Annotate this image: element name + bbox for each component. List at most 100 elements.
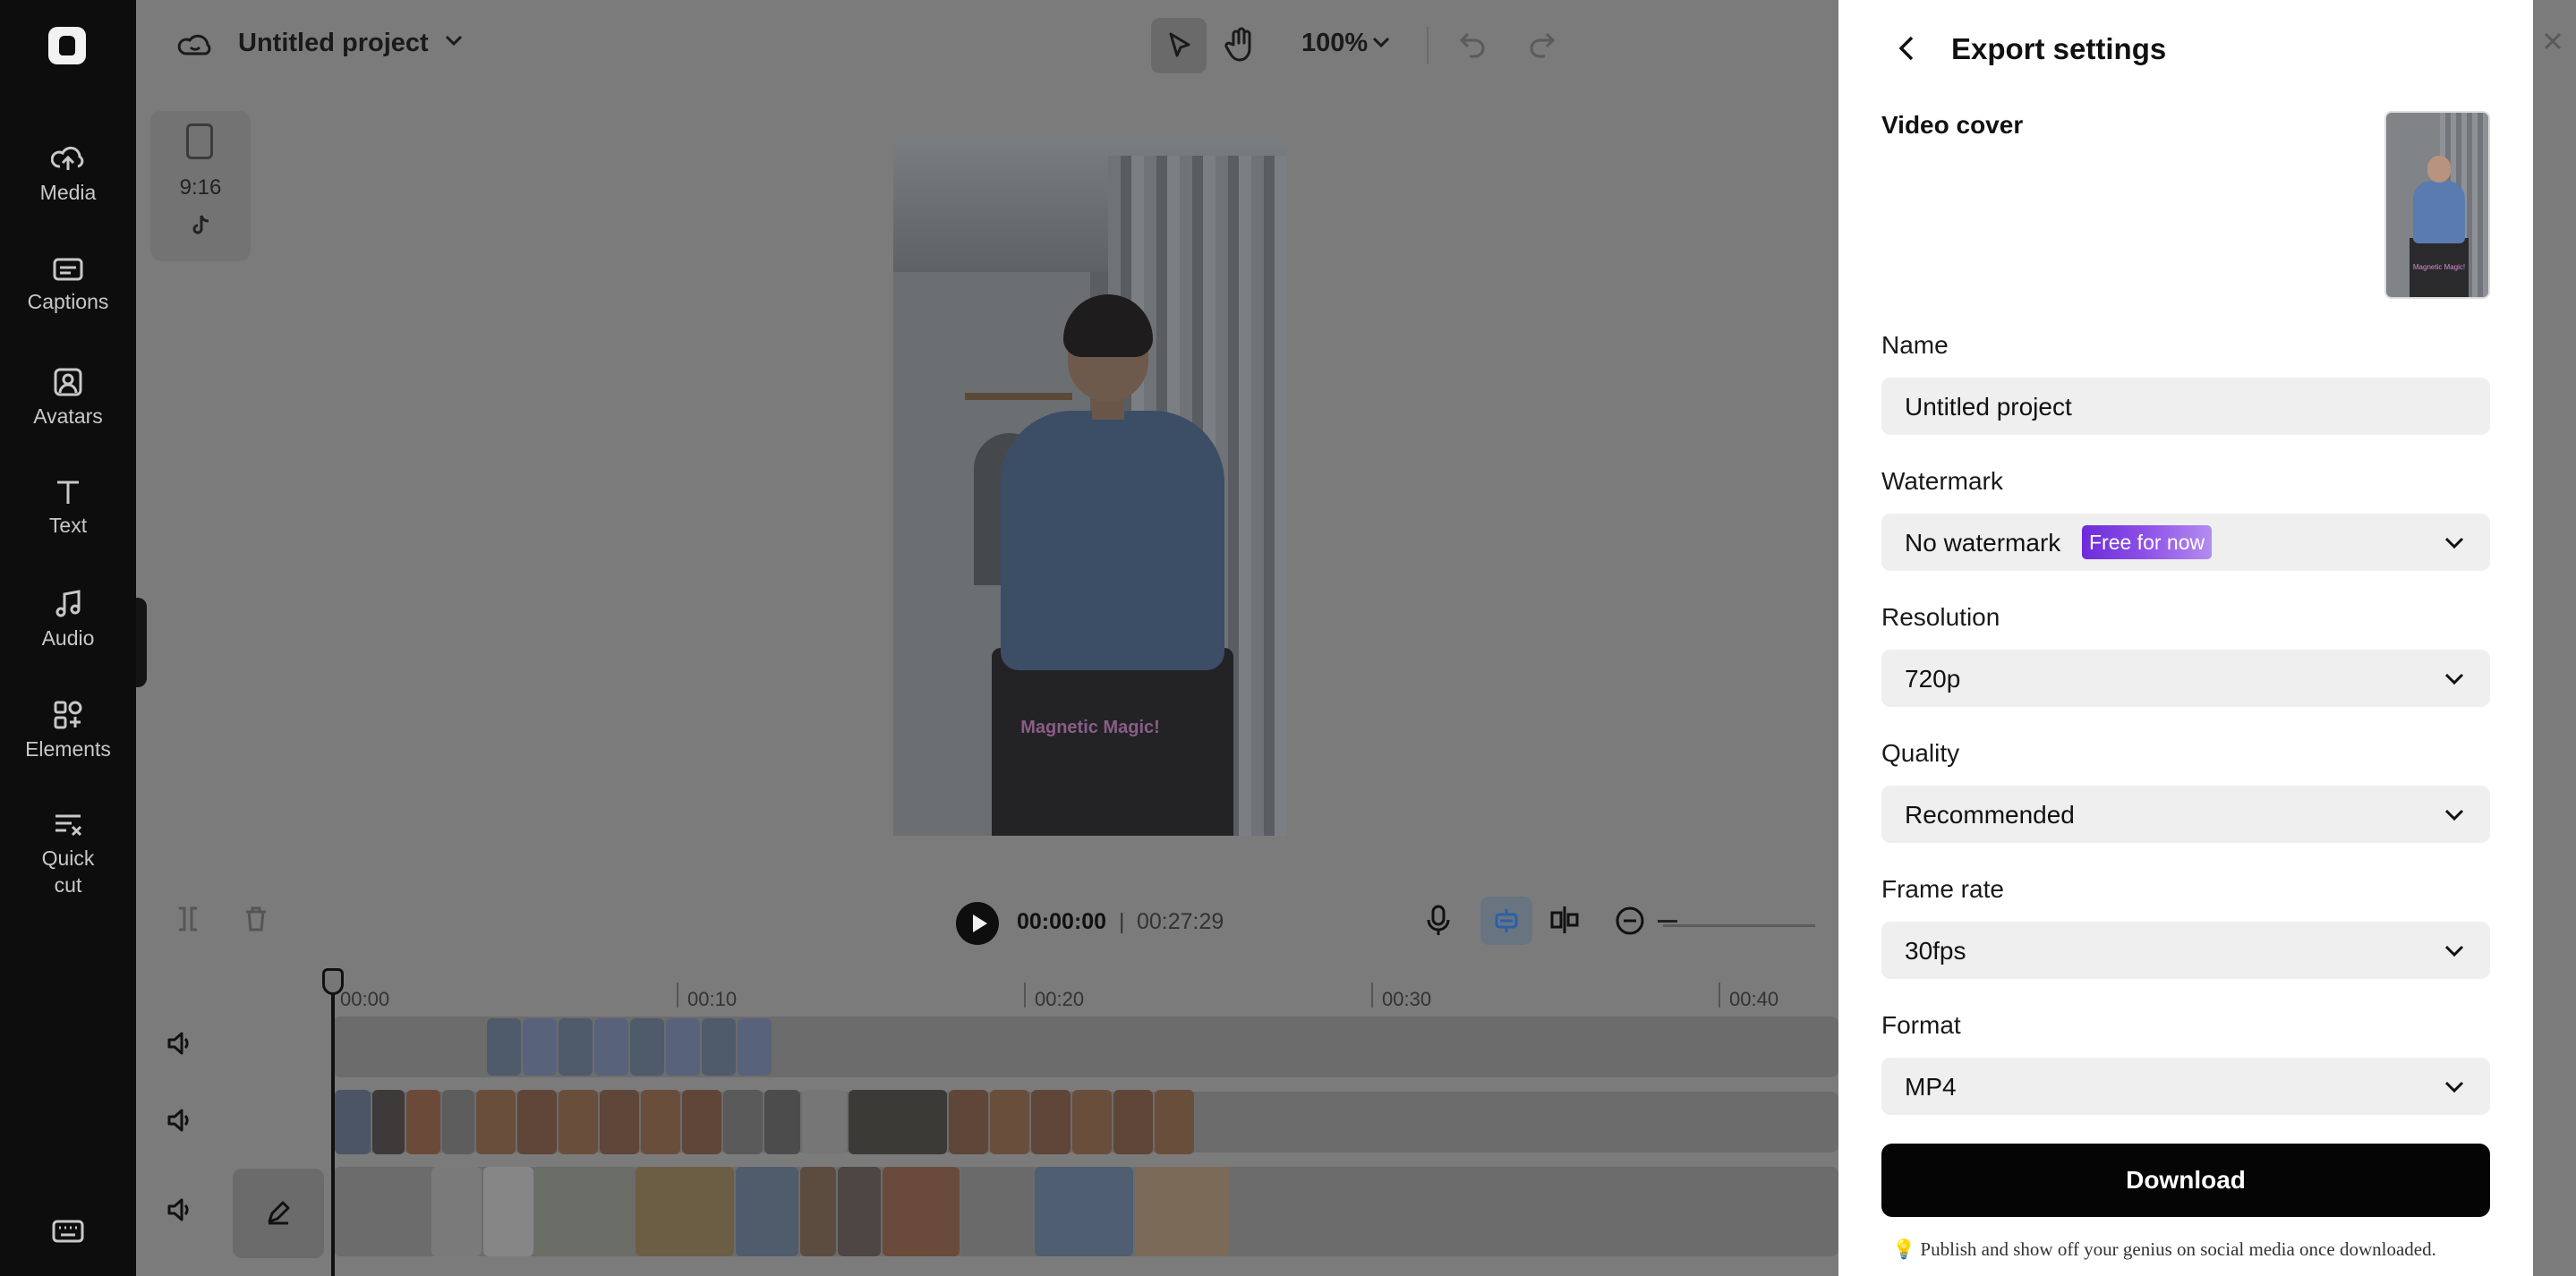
aspect-ratio-selector[interactable]: 9:16 [150,111,251,261]
rail-item-label: Audio [41,626,95,650]
ruler-tick [677,983,678,1008]
total-duration: 00:27:29 [1137,909,1224,934]
zoom-out-icon[interactable] [1615,906,1645,936]
ruler-label: 00:00 [340,988,390,1010]
video-cover-label: Video cover [1881,111,2024,139]
redo-icon[interactable] [1527,29,1557,59]
video-cover-thumbnail[interactable]: Magnetic Magic! [2384,111,2490,299]
chevron-down-icon[interactable] [1371,36,1391,48]
cloud-upload-icon [51,146,84,170]
rail-item-label: Text [48,514,88,537]
name-field[interactable]: Untitled project [1881,378,2490,435]
music-note-icon [55,590,81,617]
rail-item-elements[interactable]: Elements [0,700,136,761]
export-settings-panel: Export settings Video cover Magnetic Mag… [1838,0,2533,1276]
download-button[interactable]: Download [1881,1144,2490,1217]
ruler-label: 00:30 [1382,988,1432,1010]
timeline-zoom-slider[interactable] [1663,924,1815,927]
right-side-strip [2533,0,2576,1276]
select-tool-button[interactable] [1151,18,1207,73]
edit-track-button[interactable] [233,1169,324,1258]
playhead-handle[interactable] [322,968,344,995]
play-button[interactable] [956,902,999,945]
app-logo[interactable] [48,27,86,64]
speaker-icon[interactable] [166,1108,193,1133]
playhead[interactable] [331,972,335,1276]
framerate-value: 30fps [1905,937,1966,965]
download-tip: 💡 Publish and show off your genius on so… [1892,1238,2436,1260]
format-label: Format [1881,1011,1961,1039]
resolution-select[interactable]: 720p [1881,650,2490,707]
project-title[interactable]: Untitled project [238,29,429,58]
resolution-value: 720p [1905,665,1961,693]
microphone-icon[interactable] [1425,904,1452,938]
quality-label: Quality [1881,739,1960,767]
pointer-icon [1169,32,1190,57]
chevron-down-icon [2444,673,2464,685]
chevron-down-icon [2444,809,2464,821]
clip-strip[interactable] [487,1018,772,1076]
panel-title: Export settings [1951,32,2167,65]
text-icon [57,481,79,504]
quick-cut-icon [55,814,82,837]
rail-item-text[interactable]: Text [0,478,136,538]
captions-icon [53,258,83,281]
ruler-tick [1371,983,1373,1008]
quality-value: Recommended [1905,801,2075,829]
rail-item-media[interactable]: Media [0,143,136,205]
rail-item-avatars[interactable]: Avatars [0,367,136,429]
watermark-label: Watermark [1881,467,2003,495]
back-arrow-icon[interactable] [1896,34,1917,63]
undo-icon[interactable] [1457,29,1488,59]
ruler-label: 00:10 [687,988,738,1010]
tiktok-icon [192,215,209,234]
magnetic-snap-toggle[interactable] [1480,897,1532,945]
video-preview[interactable]: Magnetic Magic! [893,138,1287,836]
speaker-icon[interactable] [166,1031,193,1056]
rail-item-captions[interactable]: Captions [0,256,136,314]
clip-strip[interactable] [431,1167,1230,1256]
quality-select[interactable]: Recommended [1881,786,2490,843]
phone-icon [186,123,213,159]
zoom-level[interactable]: 100% [1301,29,1368,58]
cloud-sync-icon[interactable] [177,29,213,61]
close-icon[interactable] [2542,30,2563,52]
resolution-label: Resolution [1881,603,2000,631]
rail-item-quick-cut[interactable]: Quick cut [0,811,136,898]
ruler-tick [1024,983,1026,1008]
chevron-down-icon[interactable] [444,34,464,47]
cover-caption: Magnetic Magic! [2412,263,2466,271]
free-badge: Free for now [2082,525,2213,559]
ruler-label: 00:40 [1729,988,1779,1010]
watermark-select[interactable]: No watermark Free for now [1881,514,2490,571]
trash-icon[interactable] [243,906,269,932]
rail-item-label: Avatars [33,404,103,428]
ruler-label: 00:20 [1035,988,1085,1010]
video-caption-text[interactable]: Magnetic Magic! [893,718,1287,738]
avatar-icon [54,368,82,396]
framerate-label: Frame rate [1881,875,2004,903]
chevron-down-icon [2444,537,2464,549]
time-separator: | [1119,909,1125,934]
framerate-select[interactable]: 30fps [1881,922,2490,979]
transport-bar: 00:00:00 | 00:27:29 [136,880,1838,956]
speaker-icon[interactable] [166,1197,193,1222]
magnet-icon [1495,909,1518,932]
rail-item-label: Elements [25,737,111,761]
rail-item-audio[interactable]: Audio [0,589,136,651]
chevron-down-icon [2444,1081,2464,1093]
format-select[interactable]: MP4 [1881,1058,2490,1115]
pencil-icon [268,1201,290,1225]
zoom-slider-handle[interactable] [1658,920,1677,923]
keyboard-icon[interactable] [52,1219,84,1244]
panel-collapse-handle[interactable] [136,598,147,687]
hand-tool-icon[interactable] [1224,27,1257,63]
elements-icon [54,701,82,729]
clip-strip[interactable] [335,1090,1194,1154]
split-icon[interactable] [175,906,200,932]
timeline: 00:00 00:10 00:20 00:30 00:40 [136,956,1838,1276]
watermark-value: No watermark [1905,529,2061,557]
rail-item-label: Media [39,181,97,204]
align-center-icon[interactable] [1548,904,1581,936]
format-value: MP4 [1905,1073,1957,1101]
